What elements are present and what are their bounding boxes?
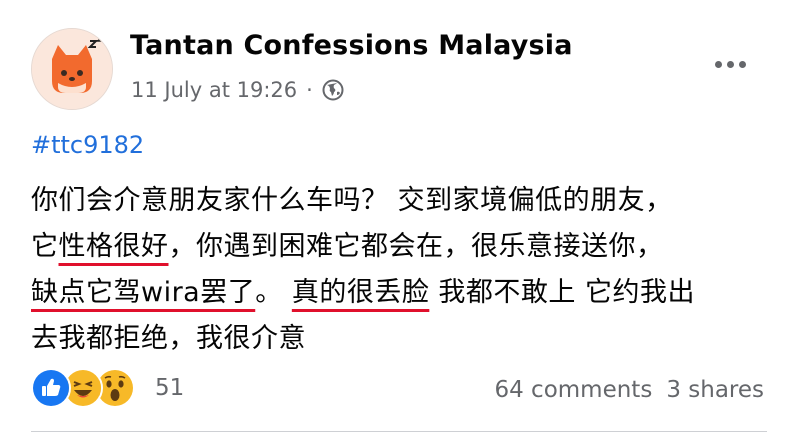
post-meta: 11 July at 19:26 · xyxy=(131,74,344,106)
underlined-text: 缺点它驾wira罢了 xyxy=(31,277,256,308)
underlined-text: 真的很丢脸 xyxy=(291,277,430,308)
more-dots-icon xyxy=(714,60,722,68)
text-segment: 它 xyxy=(31,231,59,262)
text-segment: ，你遇到困难它都会在，很乐意接送你， xyxy=(168,231,664,262)
meta-separator: · xyxy=(306,78,313,102)
reaction-icons xyxy=(31,368,135,408)
shares-count-link[interactable]: 3 shares xyxy=(666,377,764,403)
text-segment: 你们会介意朋友家什么车吗？ 交到家境偏低的朋友， xyxy=(31,185,673,216)
hashtag-link[interactable]: #ttc9182 xyxy=(31,131,144,159)
engagement-summary: 64 comments 3 shares xyxy=(494,370,764,410)
text-segment: 去我都拒绝，我很介意 xyxy=(31,323,306,354)
comments-count-link[interactable]: 64 comments xyxy=(494,377,652,403)
underlined-text: 性格很好 xyxy=(58,231,169,262)
post-text-line: 它性格很好，你遇到困难它都会在，很乐意接送你， xyxy=(31,224,776,270)
tantan-fox-logo-icon xyxy=(32,29,112,109)
page-name-link[interactable]: Tantan Confessions Malaysia xyxy=(130,30,573,61)
text-segment: 。 xyxy=(255,277,292,308)
footer-divider xyxy=(31,431,767,432)
more-dot xyxy=(738,60,746,68)
post-text-line: 去我都拒绝，我很介意 xyxy=(31,316,776,362)
more-dot xyxy=(726,60,734,68)
page-avatar[interactable] xyxy=(31,28,113,110)
post-timestamp[interactable]: 11 July at 19:26 xyxy=(131,78,297,102)
text-segment: 我都不敢上 它约我出 xyxy=(429,277,695,308)
post-text-line: 你们会介意朋友家什么车吗？ 交到家境偏低的朋友， xyxy=(31,178,776,224)
like-icon xyxy=(31,368,71,408)
more-options-button[interactable] xyxy=(708,50,752,78)
post-body: 你们会介意朋友家什么车吗？ 交到家境偏低的朋友， 它性格很好，你遇到困难它都会在… xyxy=(31,178,776,362)
reactions-summary[interactable]: 51 xyxy=(31,368,184,408)
facebook-post: Tantan Confessions Malaysia 11 July at 1… xyxy=(0,0,800,436)
reaction-count: 51 xyxy=(155,375,185,401)
post-text-line: 缺点它驾wira罢了。 真的很丢脸 我都不敢上 它约我出 xyxy=(31,270,776,316)
globe-icon xyxy=(322,79,344,101)
